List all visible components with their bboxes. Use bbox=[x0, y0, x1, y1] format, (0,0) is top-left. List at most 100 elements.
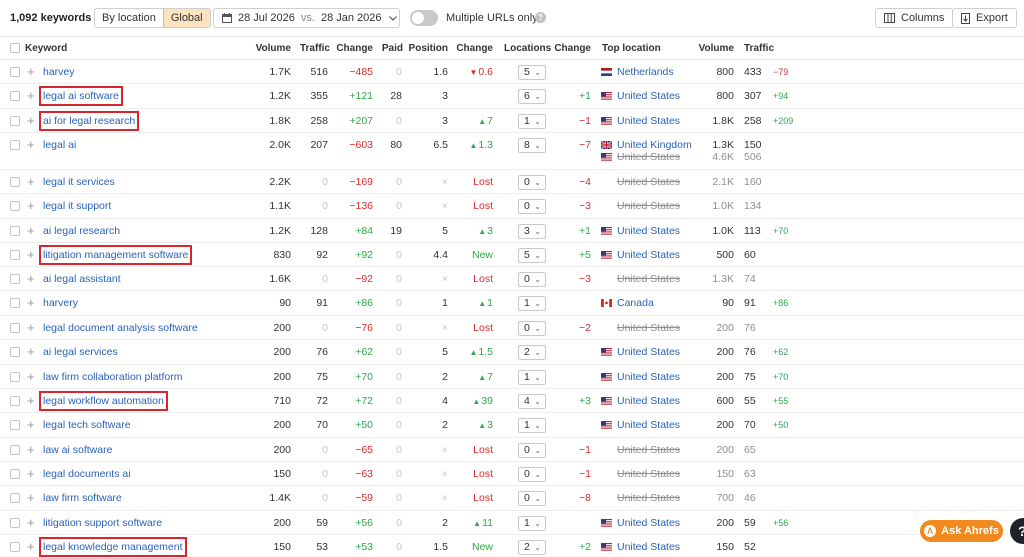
keyword-link[interactable]: legal tech software bbox=[43, 419, 131, 431]
locations-dropdown[interactable]: 0 ⌄ bbox=[518, 321, 546, 336]
locations-dropdown[interactable]: 1 ⌄ bbox=[518, 418, 546, 433]
locations-dropdown[interactable]: 1 ⌄ bbox=[518, 296, 546, 311]
plus-icon[interactable]: + bbox=[27, 370, 35, 383]
row-checkbox[interactable] bbox=[10, 396, 20, 406]
plus-icon[interactable]: + bbox=[27, 248, 35, 261]
keyword-link[interactable]: litigation management software bbox=[38, 245, 193, 265]
locations-dropdown[interactable]: 6 ⌄ bbox=[518, 89, 546, 104]
locations-dropdown[interactable]: 4 ⌄ bbox=[518, 394, 546, 409]
keyword-link[interactable]: litigation support software bbox=[43, 517, 162, 529]
top-location[interactable]: United States bbox=[617, 346, 680, 358]
plus-icon[interactable]: + bbox=[27, 516, 35, 529]
row-checkbox[interactable] bbox=[10, 116, 20, 126]
date-range-picker[interactable]: 28 Jul 2026 vs. 28 Jan 2026 bbox=[213, 8, 400, 28]
locations-dropdown[interactable]: 0 ⌄ bbox=[518, 175, 546, 190]
header-position-change[interactable]: Change bbox=[456, 43, 493, 54]
by-location-button[interactable]: By location bbox=[95, 9, 163, 27]
keyword-link[interactable]: law ai software bbox=[43, 444, 112, 456]
header-paid[interactable]: Paid bbox=[382, 43, 403, 54]
plus-icon[interactable]: + bbox=[27, 89, 35, 102]
locations-dropdown[interactable]: 3 ⌄ bbox=[518, 224, 546, 239]
row-checkbox[interactable] bbox=[10, 518, 20, 528]
row-checkbox[interactable] bbox=[10, 347, 20, 357]
keyword-link[interactable]: ai legal services bbox=[43, 346, 118, 358]
header-location-traffic[interactable]: Traffic bbox=[744, 43, 774, 54]
global-button[interactable]: Global bbox=[162, 9, 210, 27]
keyword-link[interactable]: legal knowledge management bbox=[39, 537, 187, 557]
locations-dropdown[interactable]: 8 ⌄ bbox=[518, 138, 546, 153]
header-position[interactable]: Position bbox=[409, 43, 448, 54]
keyword-link[interactable]: ai for legal research bbox=[38, 111, 140, 131]
header-top-location[interactable]: Top location bbox=[602, 43, 661, 54]
locations-dropdown[interactable]: 0 ⌄ bbox=[518, 272, 546, 287]
plus-icon[interactable]: + bbox=[27, 138, 35, 151]
row-checkbox[interactable] bbox=[10, 420, 20, 430]
row-checkbox[interactable] bbox=[10, 298, 20, 308]
top-location[interactable]: United States bbox=[617, 395, 680, 407]
row-checkbox[interactable] bbox=[10, 67, 20, 77]
top-location[interactable]: United States bbox=[617, 115, 680, 127]
columns-button[interactable]: Columns bbox=[875, 8, 954, 28]
locations-dropdown[interactable]: 1 ⌄ bbox=[518, 516, 546, 531]
row-checkbox[interactable] bbox=[10, 372, 20, 382]
plus-icon[interactable]: + bbox=[27, 443, 35, 456]
plus-icon[interactable]: + bbox=[27, 296, 35, 309]
keyword-link[interactable]: harvery bbox=[43, 297, 78, 309]
ask-ahrefs-button[interactable]: Λ Ask Ahrefs bbox=[920, 520, 1003, 542]
plus-icon[interactable]: + bbox=[27, 394, 35, 407]
locations-dropdown[interactable]: 0 ⌄ bbox=[518, 443, 546, 458]
locations-dropdown[interactable]: 2 ⌄ bbox=[518, 540, 546, 555]
top-location[interactable]: United Kingdom bbox=[617, 139, 692, 151]
multiple-urls-toggle[interactable] bbox=[410, 10, 438, 26]
plus-icon[interactable]: + bbox=[27, 540, 35, 553]
help-icon[interactable]: ? bbox=[535, 12, 546, 23]
row-checkbox[interactable] bbox=[10, 140, 20, 150]
row-checkbox[interactable] bbox=[10, 226, 20, 236]
keyword-link[interactable]: legal it support bbox=[43, 200, 111, 212]
locations-dropdown[interactable]: 5 ⌄ bbox=[518, 65, 546, 80]
header-keyword[interactable]: Keyword bbox=[25, 43, 67, 54]
top-location[interactable]: Canada bbox=[617, 297, 654, 309]
keyword-link[interactable]: law firm software bbox=[43, 492, 122, 504]
keyword-link[interactable]: harvey bbox=[43, 66, 75, 78]
keyword-link[interactable]: legal workflow automation bbox=[39, 391, 168, 411]
plus-icon[interactable]: + bbox=[27, 114, 35, 127]
locations-dropdown[interactable]: 5 ⌄ bbox=[518, 248, 546, 263]
top-location[interactable]: United States bbox=[617, 90, 680, 102]
header-volume[interactable]: Volume bbox=[256, 43, 291, 54]
keyword-link[interactable]: legal ai software bbox=[39, 86, 123, 106]
keyword-link[interactable]: legal document analysis software bbox=[43, 322, 198, 334]
top-location[interactable]: United States bbox=[617, 371, 680, 383]
keyword-link[interactable]: legal it services bbox=[43, 176, 115, 188]
row-checkbox[interactable] bbox=[10, 445, 20, 455]
row-checkbox[interactable] bbox=[10, 323, 20, 333]
keyword-link[interactable]: law firm collaboration platform bbox=[43, 371, 182, 383]
header-location-volume[interactable]: Volume bbox=[699, 43, 734, 54]
row-checkbox[interactable] bbox=[10, 469, 20, 479]
plus-icon[interactable]: + bbox=[27, 418, 35, 431]
plus-icon[interactable]: + bbox=[27, 321, 35, 334]
row-checkbox[interactable] bbox=[10, 177, 20, 187]
keyword-link[interactable]: ai legal research bbox=[43, 225, 120, 237]
header-locations-change[interactable]: Change bbox=[554, 43, 591, 54]
row-checkbox[interactable] bbox=[10, 91, 20, 101]
locations-dropdown[interactable]: 2 ⌄ bbox=[518, 345, 546, 360]
locations-dropdown[interactable]: 0 ⌄ bbox=[518, 199, 546, 214]
keyword-link[interactable]: legal ai bbox=[43, 139, 76, 151]
plus-icon[interactable]: + bbox=[27, 491, 35, 504]
top-location[interactable]: United States bbox=[617, 517, 680, 529]
row-checkbox[interactable] bbox=[10, 250, 20, 260]
keyword-link[interactable]: ai legal assistant bbox=[43, 273, 121, 285]
header-change[interactable]: Change bbox=[336, 43, 373, 54]
plus-icon[interactable]: + bbox=[27, 224, 35, 237]
row-checkbox[interactable] bbox=[10, 201, 20, 211]
keyword-link[interactable]: legal documents ai bbox=[43, 468, 131, 480]
row-checkbox[interactable] bbox=[10, 274, 20, 284]
locations-dropdown[interactable]: 0 ⌄ bbox=[518, 491, 546, 506]
top-location[interactable]: Netherlands bbox=[617, 66, 674, 78]
top-location[interactable]: United States bbox=[617, 419, 680, 431]
row-checkbox[interactable] bbox=[10, 542, 20, 552]
top-location[interactable]: United States bbox=[617, 541, 680, 553]
select-all-checkbox[interactable] bbox=[10, 43, 20, 53]
plus-icon[interactable]: + bbox=[27, 272, 35, 285]
